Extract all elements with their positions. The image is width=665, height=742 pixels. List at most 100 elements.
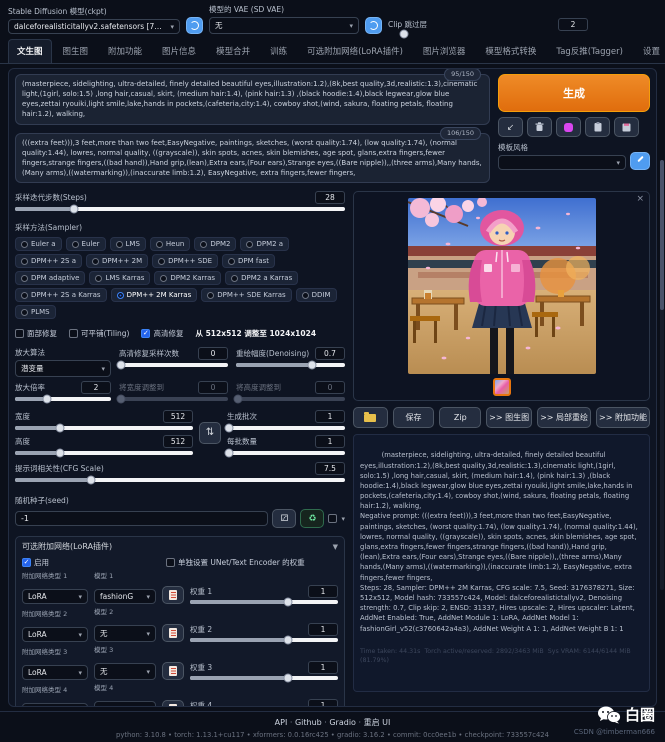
face-restore-checkbox[interactable]: 面部修复: [15, 328, 57, 339]
sampler-radio[interactable]: DPM++ SDE Karras: [201, 288, 291, 302]
clear-prompt-button[interactable]: [527, 117, 552, 137]
lora-separate-weights-checkbox[interactable]: 单独设置 UNet/Text Encoder 的权重: [166, 557, 305, 568]
scrollbar-thumb[interactable]: [660, 160, 664, 310]
sampler-radio[interactable]: PLMS: [15, 305, 56, 319]
clip-skip-value[interactable]: 2: [558, 18, 588, 31]
seed-input[interactable]: -1: [15, 511, 268, 526]
lora-model-select[interactable]: fashionG ▾: [94, 589, 156, 604]
lora-type-select[interactable]: LoRA ▾: [22, 703, 88, 707]
lora-model-select[interactable]: 无 ▾: [94, 701, 156, 707]
sampler-radio[interactable]: DPM2 a Karras: [225, 271, 298, 285]
sampler-radio[interactable]: DPM++ 2M: [86, 254, 148, 268]
tab[interactable]: 文生图: [8, 39, 52, 63]
upscale-by-slider[interactable]: [15, 397, 111, 401]
zip-button[interactable]: Zip: [439, 407, 481, 428]
lora-type-select[interactable]: LoRA ▾: [22, 627, 88, 642]
hires-steps-value[interactable]: 0: [198, 347, 228, 360]
send-to-extras-button[interactable]: >> 附加功能: [596, 407, 650, 428]
lora-enable-checkbox[interactable]: ✓启用: [22, 557, 49, 568]
extra-networks-button[interactable]: [556, 117, 581, 137]
send-to-inpaint-button[interactable]: >> 局部重绘: [537, 407, 591, 428]
send-to-img2img-button[interactable]: >> 图生图: [486, 407, 532, 428]
footer-link[interactable]: Gradio: [322, 718, 356, 727]
generated-image[interactable]: [408, 198, 596, 374]
tiling-checkbox[interactable]: 可平铺(Tiling): [69, 328, 129, 339]
cfg-value[interactable]: 7.5: [315, 462, 345, 475]
slider-knob[interactable]: [225, 449, 234, 458]
slider-knob[interactable]: [283, 674, 292, 683]
scrollbar[interactable]: [660, 160, 664, 590]
sampler-radio[interactable]: Heun: [150, 237, 190, 251]
denoise-value[interactable]: 0.7: [315, 347, 345, 360]
save-style-button[interactable]: [614, 117, 639, 137]
sampler-radio[interactable]: DPM2 Karras: [154, 271, 221, 285]
save-button[interactable]: 保存: [393, 407, 435, 428]
tab[interactable]: 模型格式转换: [476, 39, 545, 63]
negative-prompt-textarea[interactable]: 106/150 (((extra feet))),3 feet,more tha…: [15, 133, 490, 184]
slider-knob[interactable]: [283, 636, 292, 645]
footer-link[interactable]: API: [275, 718, 288, 727]
slider-knob[interactable]: [225, 424, 234, 433]
sampler-radio[interactable]: DPM2: [194, 237, 236, 251]
lora-model-info-button[interactable]: [162, 586, 184, 604]
slider-knob[interactable]: [86, 476, 95, 485]
tab[interactable]: 图片信息: [153, 39, 205, 63]
slider-knob[interactable]: [42, 395, 51, 404]
tab[interactable]: Tag反推(Tagger): [547, 39, 632, 63]
lora-weight-slider[interactable]: [190, 638, 338, 642]
lora-weight-value[interactable]: 1: [308, 623, 338, 636]
height-slider[interactable]: [15, 451, 193, 455]
upscaler-select[interactable]: 潜变量 ▾: [15, 360, 111, 377]
lora-model-info-button[interactable]: [162, 624, 184, 642]
generate-button[interactable]: 生成: [498, 74, 650, 112]
sampler-radio[interactable]: DPM2 a: [240, 237, 289, 251]
apply-style-button[interactable]: [585, 117, 610, 137]
collapse-arrow-icon[interactable]: ▼: [333, 543, 338, 551]
vae-select[interactable]: 无 ▾: [209, 17, 359, 34]
checkpoint-select[interactable]: dalceforealisticitallyv2.safetensors [73…: [8, 19, 180, 34]
lora-weight-slider[interactable]: [190, 600, 338, 604]
slider-knob[interactable]: [283, 598, 292, 607]
batch-count-value[interactable]: 1: [315, 410, 345, 423]
styles-select[interactable]: ▾: [498, 155, 626, 170]
tab[interactable]: 训练: [261, 39, 296, 63]
lora-model-info-button[interactable]: [162, 662, 184, 680]
tab[interactable]: 图片浏览器: [414, 39, 475, 63]
tab[interactable]: 图生图: [54, 39, 98, 63]
cfg-slider[interactable]: [15, 478, 345, 482]
sampler-radio[interactable]: Euler a: [15, 237, 62, 251]
lora-model-select[interactable]: 无 ▾: [94, 625, 156, 642]
sampler-radio[interactable]: Euler: [66, 237, 106, 251]
prompt-textarea[interactable]: 95/150 (masterpiece, sidelighting, ultra…: [15, 74, 490, 125]
refresh-vae-button[interactable]: [365, 17, 382, 34]
apply-styles-button[interactable]: [630, 152, 650, 170]
close-icon[interactable]: ×: [636, 194, 644, 204]
lora-type-select[interactable]: LoRA ▾: [22, 589, 88, 604]
tab[interactable]: 模型合并: [207, 39, 259, 63]
swap-dimensions-button[interactable]: ⇅: [199, 422, 221, 444]
slider-knob[interactable]: [308, 361, 317, 370]
tab[interactable]: 设置: [634, 39, 665, 63]
footer-link[interactable]: Github: [287, 718, 321, 727]
thumbnail-selected[interactable]: [493, 378, 511, 396]
sampler-radio[interactable]: DPM++ SDE: [152, 254, 218, 268]
slider-knob[interactable]: [400, 30, 409, 39]
sampler-radio[interactable]: DPM adaptive: [15, 271, 85, 285]
batch-count-slider[interactable]: [227, 426, 345, 430]
hires-steps-slider[interactable]: [119, 363, 228, 367]
sampler-radio[interactable]: DPM++ 2M Karras: [111, 288, 198, 302]
steps-value[interactable]: 28: [315, 191, 345, 204]
upscale-by-value[interactable]: 2: [81, 381, 111, 394]
sampler-radio[interactable]: DPM++ 2S a: [15, 254, 82, 268]
sampler-radio[interactable]: DPM++ 2S a Karras: [15, 288, 107, 302]
slider-knob[interactable]: [55, 449, 64, 458]
width-slider[interactable]: [15, 426, 193, 430]
sampler-radio[interactable]: LMS: [110, 237, 146, 251]
steps-slider[interactable]: [15, 207, 345, 211]
lora-weight-slider[interactable]: [190, 676, 338, 680]
sampler-radio[interactable]: LMS Karras: [89, 271, 150, 285]
lora-model-select[interactable]: 无 ▾: [94, 663, 156, 680]
hires-fix-checkbox[interactable]: ✓高清修复: [141, 328, 183, 339]
footer-link[interactable]: 重启 UI: [356, 718, 390, 727]
batch-size-slider[interactable]: [227, 451, 345, 455]
